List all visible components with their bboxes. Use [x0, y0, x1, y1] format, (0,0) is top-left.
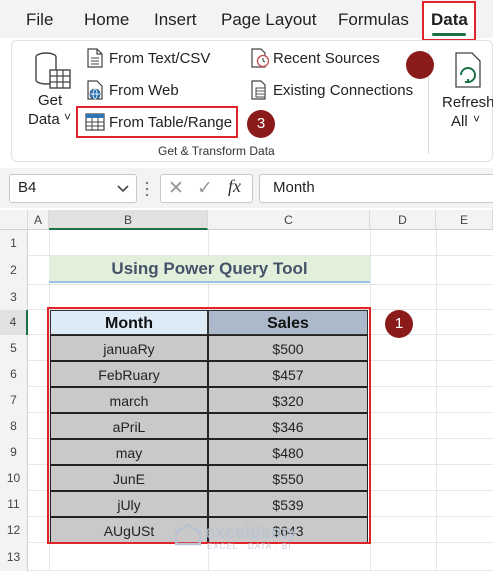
row-header-8[interactable]: 8 — [0, 413, 28, 439]
from-text-csv-button[interactable]: From Text/CSV — [109, 50, 210, 67]
from-web-button[interactable]: From Web — [109, 82, 179, 99]
refresh-all-label-line2[interactable]: All — [451, 113, 468, 130]
tab-data[interactable]: Data — [431, 10, 468, 30]
row-header-12[interactable]: 12 — [0, 517, 28, 543]
tab-insert[interactable]: Insert — [154, 10, 197, 30]
existing-connections-icon — [250, 80, 270, 105]
name-box-dropdown-icon[interactable] — [117, 181, 129, 199]
recent-sources-button[interactable]: Recent Sources — [273, 50, 380, 67]
gridline-col-d — [436, 230, 437, 571]
row-header-5[interactable]: 5 — [0, 335, 28, 361]
get-data-label-line2[interactable]: Data — [28, 111, 60, 128]
column-header-a[interactable]: A — [28, 210, 49, 230]
column-header-d[interactable]: D — [370, 210, 436, 230]
database-table-icon — [33, 50, 73, 97]
watermark-tagline: EXCEL · DATA · BI — [207, 542, 292, 551]
refresh-all-icon — [452, 51, 486, 94]
cancel-formula-icon[interactable]: ✕ — [168, 177, 184, 200]
watermark-logo-icon — [174, 523, 202, 551]
text-file-icon — [86, 48, 104, 73]
drag-handle-icon[interactable] — [144, 180, 150, 203]
sheet-title: Using Power Query Tool — [111, 259, 308, 278]
enter-formula-icon[interactable]: ✓ — [197, 177, 213, 200]
tab-page-layout[interactable]: Page Layout — [221, 10, 316, 30]
table-highlight — [47, 307, 371, 544]
row-header-10[interactable]: 10 — [0, 465, 28, 491]
web-globe-icon — [86, 80, 104, 105]
row-header-13[interactable]: 13 — [0, 543, 28, 571]
row-header-4[interactable]: 4 — [0, 310, 28, 335]
active-tab-indicator — [432, 33, 466, 36]
get-data-chevron-icon[interactable]: ˅ — [64, 110, 71, 124]
name-box-value[interactable]: B4 — [18, 179, 36, 196]
row-header-7[interactable]: 7 — [0, 387, 28, 413]
tab-home[interactable]: Home — [84, 10, 129, 30]
column-header-b[interactable]: B — [49, 210, 208, 230]
annotation-badge-2-dup — [406, 51, 434, 79]
refresh-all-label-line1[interactable]: Refresh — [442, 94, 493, 111]
group-label-get-transform: Get & Transform Data — [158, 144, 275, 158]
select-all-corner[interactable] — [0, 210, 28, 230]
from-table-range-highlight — [76, 106, 238, 138]
tab-formulas[interactable]: Formulas — [338, 10, 409, 30]
row-header-11[interactable]: 11 — [0, 491, 28, 517]
watermark-brand: exceldemy — [205, 522, 298, 542]
column-header-e[interactable]: E — [436, 210, 493, 230]
row-header-2[interactable]: 2 — [0, 256, 28, 285]
row-header-6[interactable]: 6 — [0, 361, 28, 387]
get-data-label-line1[interactable]: Get — [38, 92, 62, 109]
refresh-all-chevron-icon[interactable]: ˅ — [473, 112, 480, 126]
formula-input-value[interactable]: Month — [273, 179, 315, 196]
row-header-1[interactable]: 1 — [0, 230, 28, 256]
column-header-c[interactable]: C — [208, 210, 370, 230]
row-header-9[interactable]: 9 — [0, 439, 28, 465]
insert-function-icon[interactable]: fx — [228, 176, 241, 197]
recent-sources-clock-icon — [250, 48, 270, 73]
row-header-3[interactable]: 3 — [0, 285, 28, 310]
existing-connections-button[interactable]: Existing Connections — [273, 82, 413, 99]
tab-file[interactable]: File — [26, 10, 53, 30]
annotation-badge-1: 1 — [385, 310, 413, 338]
annotation-badge-3: 3 — [247, 110, 275, 138]
gridline-row-2 — [28, 284, 493, 285]
